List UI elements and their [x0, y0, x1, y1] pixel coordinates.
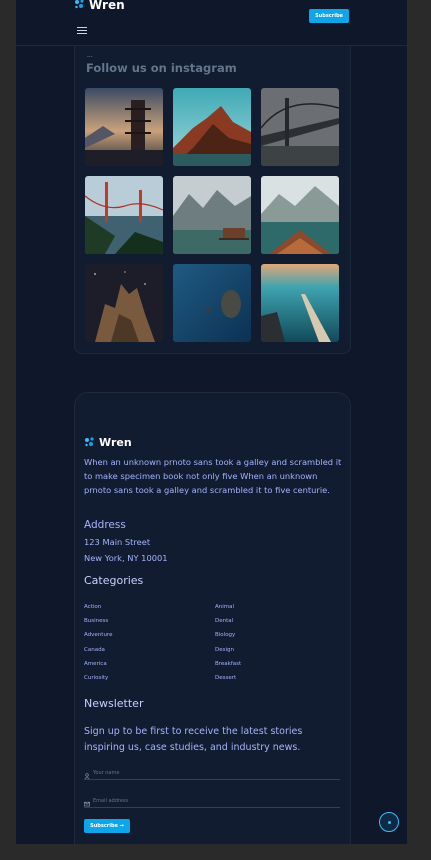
- photo-alpine-lake[interactable]: [173, 176, 251, 254]
- photo-canoe-lake[interactable]: [261, 176, 339, 254]
- logo-icon: [84, 433, 96, 452]
- photo-mountain-peaks[interactable]: [173, 88, 251, 166]
- name-field[interactable]: [84, 767, 340, 780]
- category-link[interactable]: Dessert: [215, 675, 236, 681]
- arrow-up-icon[interactable]: [379, 812, 399, 832]
- photo-pagoda-sunset[interactable]: [85, 88, 163, 166]
- name-input[interactable]: [93, 770, 323, 776]
- category-link[interactable]: Action: [84, 604, 101, 610]
- address-line-1: 123 Main Street: [84, 537, 151, 547]
- category-link[interactable]: Biology: [215, 632, 235, 638]
- newsletter-title: Newsletter: [84, 697, 144, 710]
- photo-ocean-rock[interactable]: [173, 264, 251, 342]
- instagram-section: ... Follow us on instagram: [74, 46, 351, 354]
- footer-brand-name: Wren: [99, 436, 132, 449]
- category-link[interactable]: America: [84, 661, 107, 667]
- site-footer: Wren When an unknown prnoto sans took a …: [74, 392, 351, 844]
- category-link[interactable]: Animal: [215, 604, 234, 610]
- email-field[interactable]: [84, 795, 340, 808]
- subscribe-button[interactable]: Subscribe: [309, 9, 349, 23]
- scroll-top-dot: [387, 820, 391, 824]
- newsletter-description: Sign up to be first to receive the lates…: [84, 726, 303, 753]
- category-link[interactable]: Adventure: [84, 632, 112, 638]
- categories-title: Categories: [84, 574, 144, 587]
- email-input[interactable]: [93, 798, 323, 804]
- footer-logo[interactable]: Wren: [84, 433, 132, 452]
- logo-icon: [74, 0, 86, 14]
- hamburger-icon[interactable]: [77, 27, 87, 35]
- site-header: Wren Subscribe: [16, 0, 407, 46]
- page-frame: Wren Subscribe ... Follow us on instagra…: [16, 0, 407, 844]
- mail-icon: [84, 792, 90, 811]
- category-link[interactable]: Canada: [84, 647, 105, 653]
- user-icon: [84, 764, 90, 783]
- category-link[interactable]: Breakfast: [215, 661, 241, 667]
- photo-rock-formation[interactable]: [85, 264, 163, 342]
- address-line-2: New York, NY 10001: [84, 553, 168, 563]
- category-link[interactable]: Design: [215, 647, 234, 653]
- instagram-title: Follow us on instagram: [86, 61, 237, 75]
- brand-logo[interactable]: Wren: [74, 0, 125, 14]
- photo-golden-gate[interactable]: [85, 176, 163, 254]
- photo-coastal-pier[interactable]: [261, 264, 339, 342]
- section-eyebrow: ...: [87, 52, 93, 59]
- footer-description: When an unknown prnoto sans took a galle…: [84, 457, 342, 495]
- newsletter-subscribe-button[interactable]: Subscribe →: [84, 819, 130, 833]
- category-link[interactable]: Business: [84, 618, 108, 624]
- category-link[interactable]: Curiosity: [84, 675, 108, 681]
- category-link[interactable]: Dental: [215, 618, 233, 624]
- photo-bridge-fog[interactable]: [261, 88, 339, 166]
- address-title: Address: [84, 519, 126, 531]
- brand-name: Wren: [89, 0, 125, 12]
